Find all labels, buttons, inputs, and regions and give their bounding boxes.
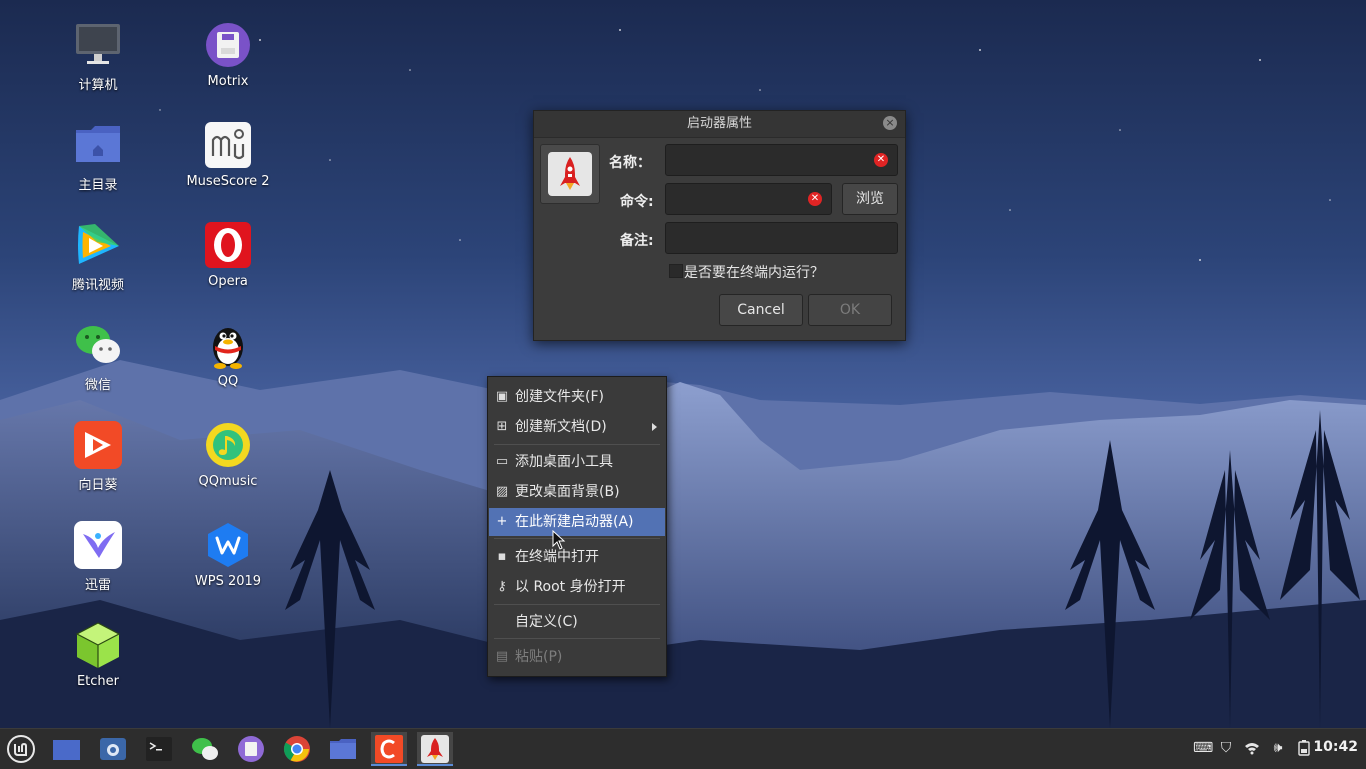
- desktop-icon-wechat[interactable]: 微信: [48, 320, 148, 393]
- new-document-icon: ⊞: [496, 419, 508, 434]
- rocket-icon: [421, 735, 449, 763]
- wechat-icon: [73, 320, 123, 370]
- launcher-properties-dialog: 启动器属性 × 名称： ✕ 命令: ✕ 浏览 备注: 是否要在终端内运行？ Ca…: [533, 110, 906, 341]
- menu-separator: [494, 604, 660, 605]
- wps-icon: [203, 520, 253, 570]
- menu-item-create-document[interactable]: ⊞ 创建新文档(D): [489, 413, 665, 441]
- app-c-icon: [375, 735, 403, 763]
- desklet-icon: ▭: [495, 454, 509, 469]
- desktop-icon-opera[interactable]: Opera: [178, 220, 278, 289]
- cancel-button[interactable]: Cancel: [719, 294, 803, 326]
- taskbar-motrix[interactable]: [233, 732, 269, 766]
- qqmusic-icon: [203, 420, 253, 470]
- menu-item-create-folder[interactable]: ▣ 创建文件夹(F): [489, 383, 665, 411]
- sunflower-icon: [73, 420, 123, 470]
- key-icon: ⚷: [497, 579, 507, 594]
- paste-icon: ▤: [495, 649, 509, 664]
- clear-name-icon[interactable]: ✕: [874, 153, 888, 167]
- name-label: 名称：: [609, 155, 651, 171]
- menu-item-open-terminal[interactable]: ▪ 在终端中打开: [489, 543, 665, 571]
- terminal-icon: ▪: [497, 549, 507, 564]
- desktop-icon-tencent-video[interactable]: 腾讯视频: [48, 220, 148, 293]
- terminal-checkbox-label: 是否要在终端内运行？: [684, 265, 824, 281]
- opera-icon: [203, 220, 253, 270]
- terminal-icon: [145, 735, 173, 763]
- etcher-icon: [73, 620, 123, 670]
- qq-icon: [203, 320, 253, 370]
- clear-command-icon[interactable]: ✕: [808, 192, 822, 206]
- desktop-icon-etcher[interactable]: Etcher: [48, 620, 148, 689]
- desktop-context-menu: ▣ 创建文件夹(F) ⊞ 创建新文档(D) ▭ 添加桌面小工具 ▨ 更改桌面背景…: [487, 376, 667, 677]
- taskbar-show-desktop[interactable]: [48, 732, 84, 766]
- desktop-icon-computer[interactable]: 计算机: [48, 20, 148, 93]
- tencent-video-icon: [73, 220, 123, 270]
- menu-item-customize[interactable]: 自定义(C): [489, 608, 665, 636]
- desktop-icon-thunder[interactable]: 迅雷: [48, 520, 148, 593]
- home-folder-icon: [73, 120, 123, 170]
- taskbar-chrome[interactable]: [279, 732, 315, 766]
- menu-item-new-launcher[interactable]: + 在此新建启动器(A): [489, 508, 665, 536]
- desktop-icon-musescore[interactable]: MuseScore 2: [178, 120, 278, 189]
- desktop-icon-sunflower[interactable]: 向日葵: [48, 420, 148, 493]
- taskbar-menu-button[interactable]: [3, 732, 39, 766]
- show-desktop-icon: [52, 735, 81, 763]
- submenu-arrow-icon: [652, 423, 657, 431]
- browse-button[interactable]: 浏览: [842, 183, 898, 215]
- menu-item-paste[interactable]: ▤ 粘贴(P): [489, 643, 665, 671]
- menu-item-add-desklet[interactable]: ▭ 添加桌面小工具: [489, 448, 665, 476]
- ok-button[interactable]: OK: [808, 294, 892, 326]
- menu-separator: [494, 444, 660, 445]
- wallpaper-icon: ▨: [495, 484, 509, 499]
- comment-label: 备注:: [620, 233, 654, 249]
- new-folder-icon: ▣: [495, 389, 509, 404]
- volume-icon[interactable]: 🕪: [1270, 740, 1286, 756]
- dialog-title: 启动器属性: [686, 116, 752, 131]
- desktop-icon-home[interactable]: 主目录: [48, 120, 148, 193]
- thunder-icon: [73, 520, 123, 570]
- taskbar-wechat[interactable]: [187, 732, 223, 766]
- menu-item-open-as-root[interactable]: ⚷ 以 Root 身份打开: [489, 573, 665, 601]
- camera-icon: [99, 735, 127, 763]
- menu-item-change-background[interactable]: ▨ 更改桌面背景(B): [489, 478, 665, 506]
- taskbar-clock[interactable]: 10:42: [1313, 739, 1358, 755]
- name-field[interactable]: ✕: [665, 144, 898, 176]
- plus-icon: +: [496, 514, 508, 529]
- command-label: 命令:: [620, 194, 654, 210]
- wechat-icon: [191, 735, 219, 763]
- menu-separator: [494, 638, 660, 639]
- motrix-icon: [237, 735, 265, 763]
- taskbar-app-c[interactable]: [371, 732, 407, 766]
- keyboard-icon[interactable]: ⌨: [1193, 740, 1213, 756]
- mint-menu-icon: [7, 735, 35, 763]
- desktop-icon-qq[interactable]: QQ: [178, 320, 278, 389]
- shield-icon[interactable]: ⛉: [1218, 740, 1234, 756]
- close-icon[interactable]: ×: [883, 116, 897, 130]
- wifi-icon[interactable]: [1244, 740, 1260, 756]
- taskbar-files[interactable]: [325, 732, 361, 766]
- chrome-icon: [283, 735, 311, 763]
- computer-icon: [73, 20, 123, 70]
- launcher-icon-button[interactable]: [540, 144, 600, 204]
- desktop-icon-qqmusic[interactable]: QQmusic: [178, 420, 278, 489]
- terminal-checkbox[interactable]: [669, 264, 683, 278]
- desktop-icon-wps[interactable]: WPS 2019: [178, 520, 278, 589]
- rocket-icon: [548, 152, 592, 196]
- taskbar-terminal[interactable]: [141, 732, 177, 766]
- desktop-icon-motrix[interactable]: Motrix: [178, 20, 278, 89]
- musescore-icon: [203, 120, 253, 170]
- motrix-icon: [203, 20, 253, 70]
- dialog-titlebar[interactable]: 启动器属性 ×: [534, 111, 905, 138]
- comment-field[interactable]: [665, 222, 898, 254]
- menu-separator: [494, 538, 660, 539]
- taskbar-launcher-properties[interactable]: [417, 732, 453, 766]
- command-field[interactable]: ✕: [665, 183, 832, 215]
- battery-icon[interactable]: [1296, 740, 1312, 756]
- taskbar-screenshot[interactable]: [95, 732, 131, 766]
- taskbar: ⌨ ⛉ 🕪 10:42: [0, 728, 1366, 769]
- folder-icon: [329, 735, 357, 763]
